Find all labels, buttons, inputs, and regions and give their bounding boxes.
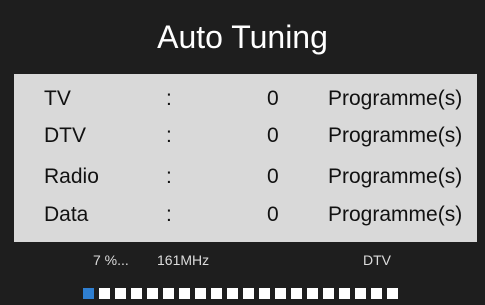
row-label: Data: [44, 203, 89, 226]
row-unit: Programme(s): [328, 124, 463, 147]
row-separator: :: [166, 203, 172, 226]
progress-segment: [259, 288, 270, 299]
scan-frequency: 161MHz: [157, 252, 210, 268]
row-unit: Programme(s): [328, 203, 463, 226]
progress-bar: [83, 288, 403, 300]
progress-segment: [99, 288, 110, 299]
row-separator: :: [166, 165, 172, 188]
list-item-tv: TV : 0 Programme(s): [14, 80, 477, 118]
list-item-dtv: DTV : 0 Programme(s): [14, 117, 477, 155]
row-label: TV: [44, 87, 71, 110]
progress-segment: [131, 288, 142, 299]
progress-percent: 7 %...: [93, 252, 129, 268]
progress-segment: [243, 288, 254, 299]
row-unit: Programme(s): [328, 165, 463, 188]
progress-segment: [211, 288, 222, 299]
auto-tuning-dialog: Auto Tuning TV : 0 Programme(s) DTV : 0 …: [0, 0, 485, 305]
progress-segment: [163, 288, 174, 299]
progress-segment: [307, 288, 318, 299]
row-label: DTV: [44, 124, 86, 147]
row-separator: :: [166, 87, 172, 110]
list-item-data: Data : 0 Programme(s): [14, 196, 477, 234]
list-item-radio: Radio : 0 Programme(s): [14, 158, 477, 196]
progress-segment: [115, 288, 126, 299]
progress-segment: [355, 288, 366, 299]
row-count: 0: [267, 124, 279, 147]
row-unit: Programme(s): [328, 87, 463, 110]
row-count: 0: [267, 165, 279, 188]
progress-segment: [339, 288, 350, 299]
progress-segment: [227, 288, 238, 299]
progress-segment: [371, 288, 382, 299]
progress-segment: [387, 288, 398, 299]
row-count: 0: [267, 203, 279, 226]
progress-segment: [275, 288, 286, 299]
row-label: Radio: [44, 165, 99, 188]
progress-segment: [291, 288, 302, 299]
progress-segment-done: [83, 288, 94, 299]
progress-segment: [195, 288, 206, 299]
scan-type: DTV: [363, 252, 391, 268]
row-separator: :: [166, 124, 172, 147]
row-count: 0: [267, 87, 279, 110]
progress-segment: [147, 288, 158, 299]
channel-count-list: TV : 0 Programme(s) DTV : 0 Programme(s)…: [14, 74, 477, 242]
progress-segment: [179, 288, 190, 299]
dialog-title: Auto Tuning: [157, 19, 328, 55]
progress-segment: [323, 288, 334, 299]
